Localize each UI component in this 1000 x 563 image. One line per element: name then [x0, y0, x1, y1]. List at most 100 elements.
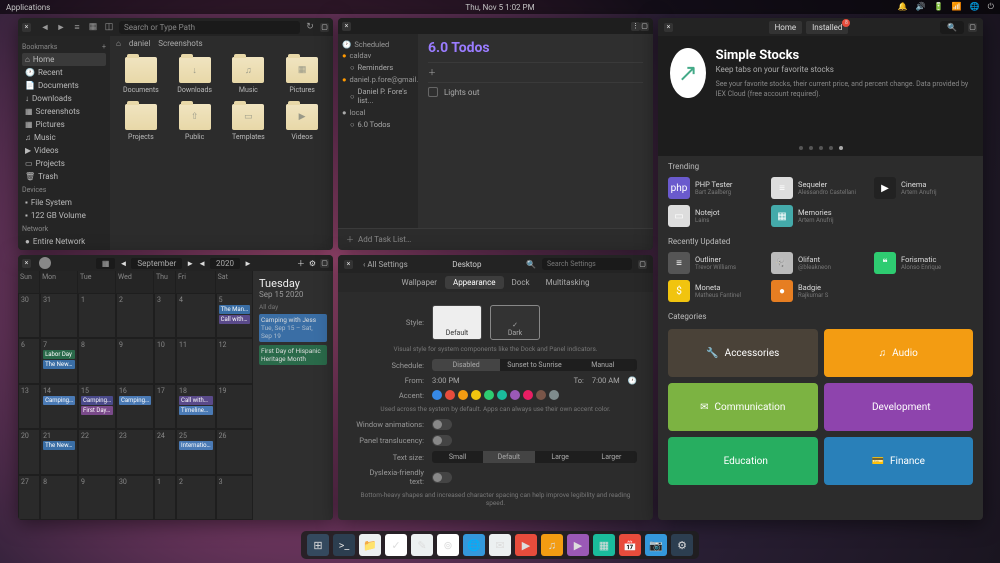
system-tray[interactable]: 🔔 🔊 🔋 📶 🌐 ⏻ [892, 2, 994, 12]
calendar-cell[interactable]: 2 [176, 475, 216, 521]
add-bookmark-icon[interactable]: + [102, 43, 106, 51]
app-item[interactable]: $MonetaMatheus Fantinel [668, 280, 767, 302]
folder-item[interactable]: ▭Templates [224, 104, 274, 141]
dock-app-icon[interactable]: ▦ [593, 534, 615, 556]
app-item[interactable]: 🐘Olifant@bleakneon [771, 252, 870, 274]
app-item[interactable]: ▶CinemaArtem Anufrij [874, 177, 973, 199]
avatar-icon[interactable] [39, 257, 51, 269]
dock-app-icon[interactable]: ✉ [489, 534, 511, 556]
folder-item[interactable]: ▶Videos [277, 104, 327, 141]
dock-app-icon[interactable]: ✓ [385, 534, 407, 556]
calendar-cell[interactable]: 5The Man…Call with… [216, 293, 253, 339]
task-row[interactable]: Lights out [428, 82, 643, 101]
accent-swatch[interactable] [458, 390, 468, 400]
dock-app-icon[interactable]: 📁 [359, 534, 381, 556]
path-input[interactable]: Search or Type Path [119, 21, 300, 34]
close-button[interactable]: × [342, 22, 351, 31]
dock-app-icon[interactable]: >_ [333, 534, 355, 556]
calendar-cell[interactable]: 7Labor DayThe New… [40, 338, 78, 384]
app-item[interactable]: ≡OutlinerTrevor Williams [668, 252, 767, 274]
add-event-icon[interactable]: ＋ [297, 258, 305, 269]
dock-app-icon[interactable]: ⊞ [307, 534, 329, 556]
sidebar-item-documents[interactable]: 📄Documents [22, 79, 106, 92]
sidebar-item-home[interactable]: ⌂Home [22, 53, 106, 66]
account-header[interactable]: ●local [342, 108, 414, 117]
prev-year-icon[interactable]: ◄ [198, 259, 206, 268]
app-item[interactable]: ▦MemoriesArtem Anufrij [771, 205, 870, 227]
next-month-icon[interactable]: ► [186, 259, 194, 268]
maximize-button[interactable]: ▢ [638, 260, 647, 269]
calendar-cell[interactable]: 2 [116, 293, 154, 339]
carousel-dots[interactable] [799, 146, 843, 150]
checkbox[interactable] [428, 87, 438, 97]
crumb[interactable]: Screenshots [158, 39, 202, 48]
sidebar-item-screenshots[interactable]: ▦Screenshots [22, 105, 106, 118]
add-list-button[interactable]: ＋Add Task List… [338, 228, 653, 250]
dock-app-icon[interactable]: ✎ [411, 534, 433, 556]
calendar-cell[interactable]: 30 [18, 293, 40, 339]
home-button[interactable]: Home [769, 21, 803, 34]
calendar-cell[interactable]: 23 [116, 429, 154, 475]
calendar-cell[interactable]: 20 [18, 429, 40, 475]
calendar-cell[interactable]: 6 [18, 338, 40, 384]
calendar-cell[interactable]: 15Camping…First Day… [78, 384, 116, 430]
tab-appearance[interactable]: Appearance [445, 276, 504, 289]
calendar-cell[interactable]: 19 [216, 384, 253, 430]
folder-item[interactable]: ⇧Public [170, 104, 220, 141]
crumb[interactable]: ⌂ [116, 39, 121, 48]
year-label[interactable]: 2020 [210, 258, 240, 269]
sidebar-item-filesystem[interactable]: ▪File System [22, 196, 106, 209]
dock-app-icon[interactable]: 🌐 [463, 534, 485, 556]
calendar-cell[interactable]: 8 [40, 475, 78, 521]
close-button[interactable]: × [344, 260, 353, 269]
calendar-cell[interactable]: 1 [154, 475, 176, 521]
calendar-cell[interactable]: 17 [154, 384, 176, 430]
sidebar-item-downloads[interactable]: ↓Downloads [22, 92, 106, 105]
dock-app-icon[interactable]: 📷 [645, 534, 667, 556]
dock-app-icon[interactable]: ▶ [567, 534, 589, 556]
calendar-cell[interactable]: 21The New… [40, 429, 78, 475]
side-event[interactable]: Camping with JessTue, Sep 15 – Sat, Sep … [259, 314, 327, 342]
accent-swatch[interactable] [536, 390, 546, 400]
view-list-icon[interactable]: ≡ [71, 22, 83, 33]
tray-icon[interactable]: ⏻ [988, 2, 994, 11]
calendar-cell[interactable]: 16Camping… [116, 384, 154, 430]
from-time[interactable]: 3:00 PM [432, 376, 460, 385]
sidebar-item-volume[interactable]: ▪122 GB Volume [22, 209, 106, 222]
schedule-segment[interactable]: Disabled Sunset to Sunrise Manual [432, 359, 637, 371]
category-tile[interactable]: Development [824, 383, 974, 431]
maximize-button[interactable]: ▢ [640, 22, 649, 31]
back-icon[interactable]: ◄ [39, 22, 51, 33]
forward-icon[interactable]: ► [55, 22, 67, 33]
side-event[interactable]: First Day of Hispanic Heritage Month [259, 345, 327, 365]
sidebar-item-videos[interactable]: ▶Videos [22, 144, 106, 157]
calendar-cell[interactable]: 4 [176, 293, 216, 339]
clock[interactable]: Thu, Nov 5 1:02 PM [465, 3, 534, 12]
dys-toggle[interactable] [432, 472, 452, 483]
calendar-cell[interactable]: 9 [116, 338, 154, 384]
dock-app-icon[interactable]: 📅 [619, 534, 641, 556]
calendar-cell[interactable]: 10 [154, 338, 176, 384]
view-grid-icon[interactable]: ▦ [87, 22, 99, 32]
next-year-icon[interactable]: ► [244, 259, 252, 268]
calendar-cell[interactable]: 13 [18, 384, 40, 430]
category-tile[interactable]: ♫Audio [824, 329, 974, 377]
close-button[interactable]: × [664, 23, 673, 32]
calendar-cell[interactable]: 9 [78, 475, 116, 521]
view-column-icon[interactable]: ◫ [103, 22, 115, 32]
accent-swatch[interactable] [549, 390, 559, 400]
sidebar-item-connect[interactable]: +Connect Server… [22, 248, 106, 250]
calendar-cell[interactable]: 31 [40, 293, 78, 339]
calendar-cell[interactable]: 27 [18, 475, 40, 521]
dock-app-icon[interactable]: ⊚ [437, 534, 459, 556]
task-list-item[interactable]: ○Daniel P. Fore's list... [350, 86, 414, 106]
app-item[interactable]: ▭NotejotLains [668, 205, 767, 227]
calendar-cell[interactable]: 30 [116, 475, 154, 521]
sidebar-item-trash[interactable]: 🗑Trash [22, 170, 106, 183]
category-tile[interactable]: 💳Finance [824, 437, 974, 485]
tab-wallpaper[interactable]: Wallpaper [393, 276, 445, 289]
tray-icon[interactable]: 🔋 [934, 2, 944, 11]
maximize-button[interactable]: ▢ [320, 23, 329, 32]
crumb[interactable]: daniel [129, 39, 150, 48]
to-time[interactable]: 7:00 AM [592, 376, 620, 385]
